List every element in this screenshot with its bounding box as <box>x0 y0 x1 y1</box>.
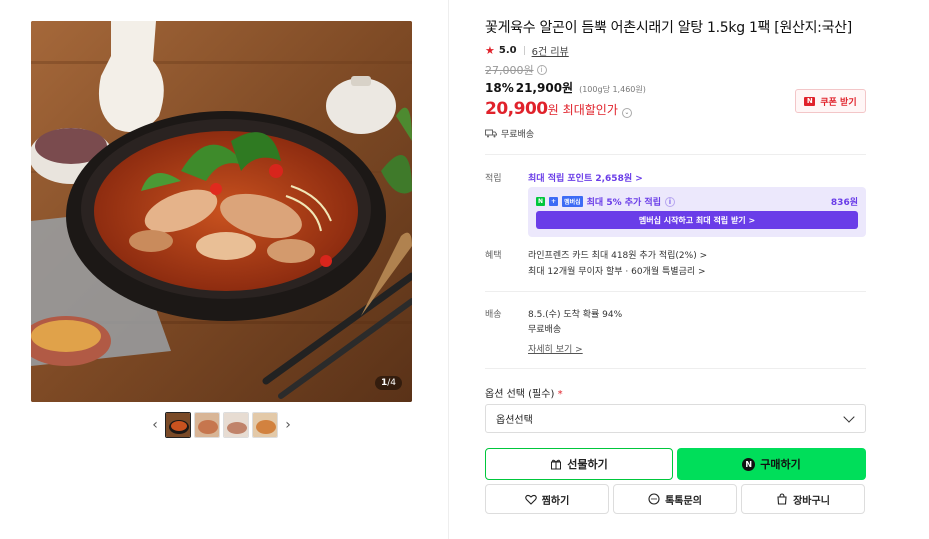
thumb-prev-arrow-icon[interactable]: ‹ <box>148 412 162 438</box>
wish-button[interactable]: 찜하기 <box>485 484 609 514</box>
cart-button[interactable]: 장바구니 <box>741 484 865 514</box>
image-counter-total: /4 <box>387 378 396 388</box>
thumbnail-3[interactable] <box>223 412 249 438</box>
gift-button[interactable]: 선물하기 <box>485 448 673 480</box>
buy-button-label: 구매하기 <box>760 458 801 471</box>
product-main-image[interactable]: 1/4 <box>31 21 412 402</box>
primary-action-row: 선물하기 N 구매하기 <box>485 448 866 480</box>
thumbnail-1[interactable] <box>165 412 191 438</box>
option-select[interactable]: 옵션선택 <box>485 404 866 433</box>
naver-n-icon: N <box>742 457 756 471</box>
option-selected-value: 옵션선택 <box>496 415 533 426</box>
option-label-text: 옵션 선택 (필수) <box>485 389 555 400</box>
talk-button[interactable]: 톡톡문의 <box>613 484 737 514</box>
image-counter: 1/4 <box>374 376 402 390</box>
chevron-down-icon <box>843 410 855 423</box>
wish-button-label: 찜하기 <box>541 495 570 507</box>
thumbnail-strip: ‹ › <box>148 412 295 438</box>
required-mark: * <box>557 389 563 400</box>
secondary-action-row: 찜하기 톡톡문의 장바구니 <box>485 484 866 514</box>
heart-icon <box>524 494 537 505</box>
talk-button-label: 톡톡문의 <box>665 495 702 507</box>
bag-icon <box>777 493 787 505</box>
thumbnail-4[interactable] <box>252 412 278 438</box>
option-label: 옵션 선택 (필수) * <box>485 385 563 400</box>
thumb-next-arrow-icon[interactable]: › <box>281 412 295 438</box>
column-divider <box>448 0 449 539</box>
chat-icon <box>648 493 660 505</box>
buy-button[interactable]: N 구매하기 <box>677 448 866 480</box>
purchase-panel: 옵션 선택 (필수) * 옵션선택 선물하기 N 구매하기 찜하기 톡톡문의 장… <box>485 0 866 539</box>
gift-button-label: 선물하기 <box>567 458 608 471</box>
gift-icon <box>551 459 562 470</box>
thumbnail-2[interactable] <box>194 412 220 438</box>
cart-button-label: 장바구니 <box>793 495 830 507</box>
product-photo-illustration <box>31 21 412 402</box>
